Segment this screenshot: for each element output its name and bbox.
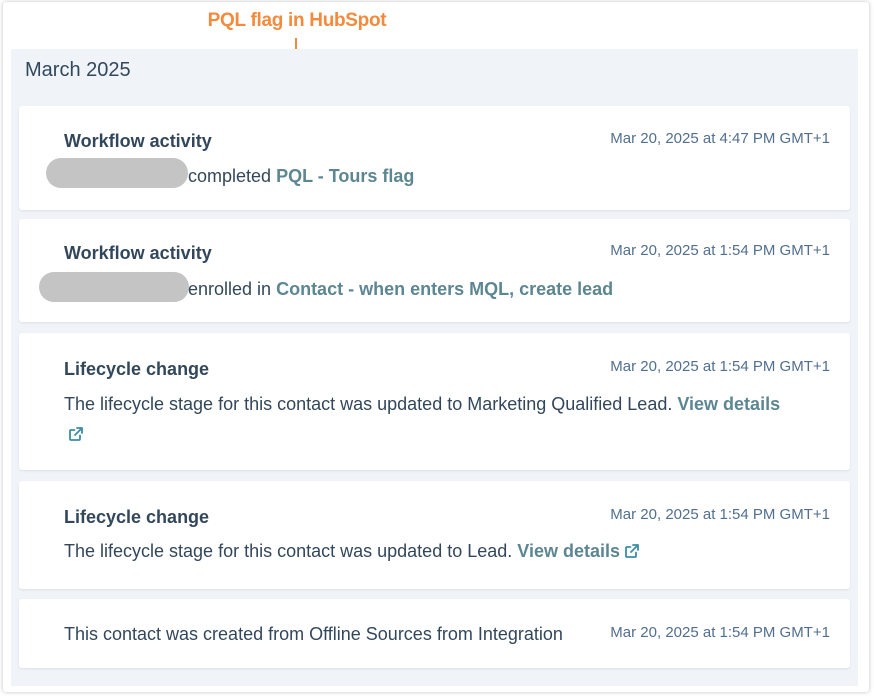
- card-body: completed PQL - Tours flag: [188, 161, 830, 191]
- view-details-link[interactable]: View details: [677, 394, 780, 414]
- redacted-contact-name: [46, 158, 188, 188]
- card-action-text: completed: [188, 166, 272, 186]
- card-timestamp: Mar 20, 2025 at 1:54 PM GMT+1: [610, 242, 830, 259]
- external-link-icon[interactable]: [624, 543, 640, 559]
- card-title: Lifecycle change: [64, 507, 210, 527]
- workflow-link-create-lead[interactable]: Contact - when enters MQL, create lead: [276, 279, 613, 299]
- timeline-card-contact-created[interactable]: This contact was created from Offline So…: [19, 599, 850, 668]
- month-header: March 2025: [25, 59, 131, 81]
- activity-timeline: March 2025 Workflow activity Mar 20, 202…: [11, 49, 858, 686]
- card-body: The lifecycle stage for this contact was…: [64, 536, 830, 566]
- card-title: Workflow activity: [64, 243, 212, 263]
- card-timestamp: Mar 20, 2025 at 1:54 PM GMT+1: [610, 358, 830, 375]
- timeline-card-workflow-completed[interactable]: Workflow activity Mar 20, 2025 at 4:47 P…: [19, 106, 850, 210]
- view-details-link[interactable]: View details: [517, 541, 620, 561]
- lifecycle-change-text: The lifecycle stage for this contact was…: [64, 541, 513, 561]
- card-timestamp: Mar 20, 2025 at 4:47 PM GMT+1: [610, 130, 830, 147]
- timeline-card-workflow-enrolled[interactable]: Workflow activity Mar 20, 2025 at 1:54 P…: [19, 219, 850, 322]
- card-timestamp: Mar 20, 2025 at 1:54 PM GMT+1: [610, 506, 830, 523]
- external-link-icon[interactable]: [68, 426, 84, 442]
- card-body: enrolled in Contact - when enters MQL, c…: [188, 274, 830, 304]
- redacted-contact-name: [39, 272, 189, 302]
- lifecycle-change-text: The lifecycle stage for this contact was…: [64, 394, 673, 414]
- card-action-text: enrolled in: [188, 279, 272, 299]
- card-title: Workflow activity: [64, 131, 212, 151]
- card-title: Lifecycle change: [64, 359, 210, 379]
- contact-created-text: This contact was created from Offline So…: [64, 624, 563, 644]
- workflow-link-pql-tours-flag[interactable]: PQL - Tours flag: [276, 166, 414, 186]
- annotation-label: PQL flag in HubSpot: [207, 10, 387, 31]
- card-timestamp: Mar 20, 2025 at 1:54 PM GMT+1: [610, 624, 830, 641]
- card-body: The lifecycle stage for this contact was…: [64, 389, 830, 449]
- timeline-card-lifecycle-mql[interactable]: Lifecycle change Mar 20, 2025 at 1:54 PM…: [19, 333, 850, 470]
- timeline-card-lifecycle-lead[interactable]: Lifecycle change Mar 20, 2025 at 1:54 PM…: [19, 481, 850, 589]
